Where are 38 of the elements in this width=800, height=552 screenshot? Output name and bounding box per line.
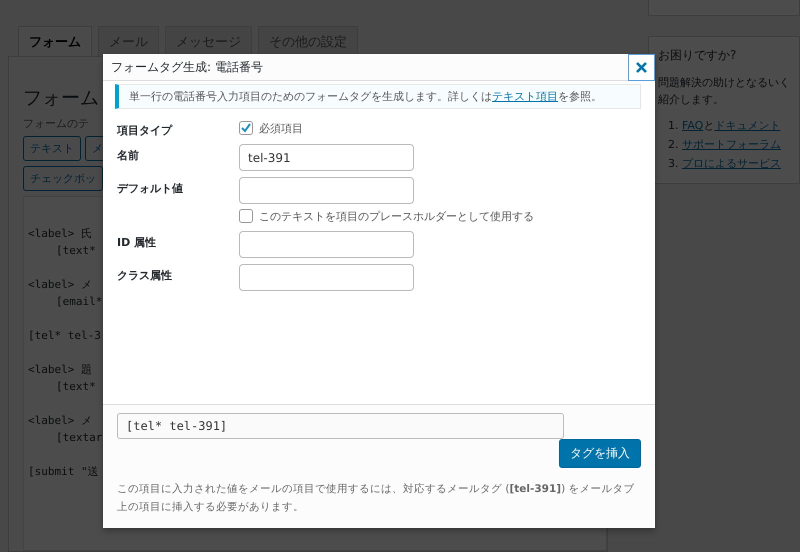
field-label: クラス属性	[117, 268, 172, 283]
help-text: 問題解決の助けとなるいく	[658, 75, 790, 91]
text-input[interactable]: tel-391	[239, 144, 414, 171]
code-line: [text*	[56, 243, 96, 259]
code-line: [email*	[56, 294, 102, 310]
checkbox[interactable]	[239, 121, 253, 135]
tag-output-field[interactable]: [tel* tel-391]	[117, 413, 564, 439]
insert-tag-button[interactable]: タグを挿入	[559, 439, 641, 468]
mail-tag-note: この項目に入力された値をメールの項目で使用するには、対応するメールタグ ([tel-391]) をメールタブ上の項目に挿入する必要があります。	[117, 482, 636, 515]
text-input[interactable]	[239, 231, 414, 258]
code-line: <label> メ	[28, 277, 92, 293]
code-line: [tel* tel-3	[28, 328, 101, 344]
text-input[interactable]	[239, 264, 414, 291]
code-line: <label> メ	[28, 413, 92, 429]
code-line: [text*	[56, 379, 96, 395]
panel-heading: フォーム	[23, 86, 99, 111]
checkbox-label: このテキストを項目のプレースホルダーとして使用する	[259, 208, 534, 224]
help-text: 紹介します。	[658, 92, 724, 108]
code-line: <label> 題	[28, 362, 92, 378]
code-line: [submit "送	[28, 464, 99, 480]
help-title: お困りですか?	[658, 47, 738, 64]
text-input[interactable]	[239, 177, 414, 204]
close-button[interactable]	[628, 54, 655, 80]
close-icon	[636, 62, 647, 72]
field-label: 名前	[117, 148, 139, 163]
field-label: デフォルト値	[117, 181, 183, 196]
checkbox[interactable]	[239, 209, 253, 223]
field-label: ID 属性	[117, 235, 156, 250]
code-line: [textar	[56, 430, 102, 446]
help-link[interactable]: プロによるサービス	[682, 157, 781, 170]
text-field-link[interactable]: テキスト項目	[492, 90, 558, 103]
field-label: 項目タイプ	[117, 123, 172, 138]
checkbox-label: 必須項目	[259, 120, 303, 136]
info-notice: 単一行の電話番号入力項目のためのフォームタグを生成します。詳しくはテキスト項目 を参照。	[115, 84, 641, 109]
code-line: <label> 氏	[28, 226, 92, 242]
dialog-title: フォームタグ生成: 電話番号	[111, 58, 263, 76]
help-link[interactable]: FAQ	[682, 119, 704, 132]
help-link[interactable]: サポートフォーラム	[682, 138, 781, 151]
